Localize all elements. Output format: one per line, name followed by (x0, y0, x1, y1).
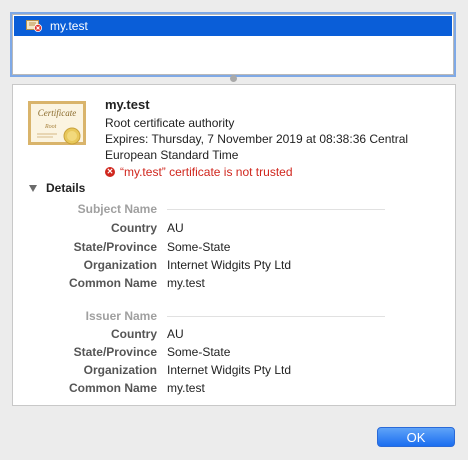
certificate-list[interactable]: my.test (12, 14, 454, 75)
certificate-type: Root certificate authority (105, 116, 235, 130)
field-key: State/Province (73, 345, 157, 359)
field-key: Common Name (68, 276, 157, 290)
untrusted-certificate-icon (26, 20, 42, 32)
field-value: Some-State (167, 240, 231, 254)
trust-warning: ✕ “my.test” certificate is not trusted (105, 164, 445, 180)
split-view-handle[interactable] (230, 75, 237, 82)
subject-name-header: Subject Name (13, 202, 457, 216)
error-icon: ✕ (105, 167, 115, 177)
subject-field-row: Common Name my.test (13, 276, 457, 290)
subject-field-row: Country AU (13, 221, 457, 235)
issuer-field-row: Country AU (13, 327, 457, 341)
subject-name-label: Subject Name (77, 202, 157, 216)
field-key: Country (111, 221, 157, 235)
divider (167, 208, 385, 210)
issuer-name-header: Issuer Name (13, 309, 457, 323)
trust-warning-text: “my.test” certificate is not trusted (120, 165, 293, 179)
issuer-field-row: Organization Internet Widgits Pty Ltd (13, 363, 457, 377)
certificate-expiry: Expires: Thursday, 7 November 2019 at 08… (105, 132, 409, 162)
issuer-field-row: Common Name my.test (13, 381, 457, 395)
field-key: Organization (83, 258, 157, 272)
subject-field-row: State/Province Some-State (13, 240, 457, 254)
subject-field-row: Organization Internet Widgits Pty Ltd (13, 258, 457, 272)
details-label: Details (46, 181, 86, 195)
certificate-name: my.test (105, 97, 150, 112)
svg-text:Certificate: Certificate (38, 108, 77, 118)
certificate-detail-panel: Certificate Root my.test Root certificat… (12, 84, 456, 406)
certificate-icon: Certificate Root (27, 100, 87, 154)
field-value: AU (167, 221, 184, 235)
ok-button[interactable]: OK (377, 427, 455, 447)
svg-text:Root: Root (44, 124, 57, 130)
disclosure-triangle-icon[interactable] (29, 184, 37, 192)
field-key: Common Name (68, 381, 157, 395)
issuer-field-row: State/Province Some-State (13, 345, 457, 359)
field-value: Internet Widgits Pty Ltd (167, 258, 292, 272)
field-value: Internet Widgits Pty Ltd (167, 363, 292, 377)
issuer-name-label: Issuer Name (85, 309, 157, 323)
divider (167, 315, 385, 317)
field-value: AU (167, 327, 184, 341)
certificate-list-row[interactable]: my.test (14, 16, 452, 36)
field-value: Some-State (167, 345, 231, 359)
field-key: State/Province (73, 240, 157, 254)
details-disclosure[interactable]: Details (29, 181, 85, 195)
field-value: my.test (167, 381, 205, 395)
field-key: Country (111, 327, 157, 341)
certificate-list-row-label: my.test (50, 19, 88, 33)
field-value: my.test (167, 276, 205, 290)
field-key: Organization (83, 363, 157, 377)
